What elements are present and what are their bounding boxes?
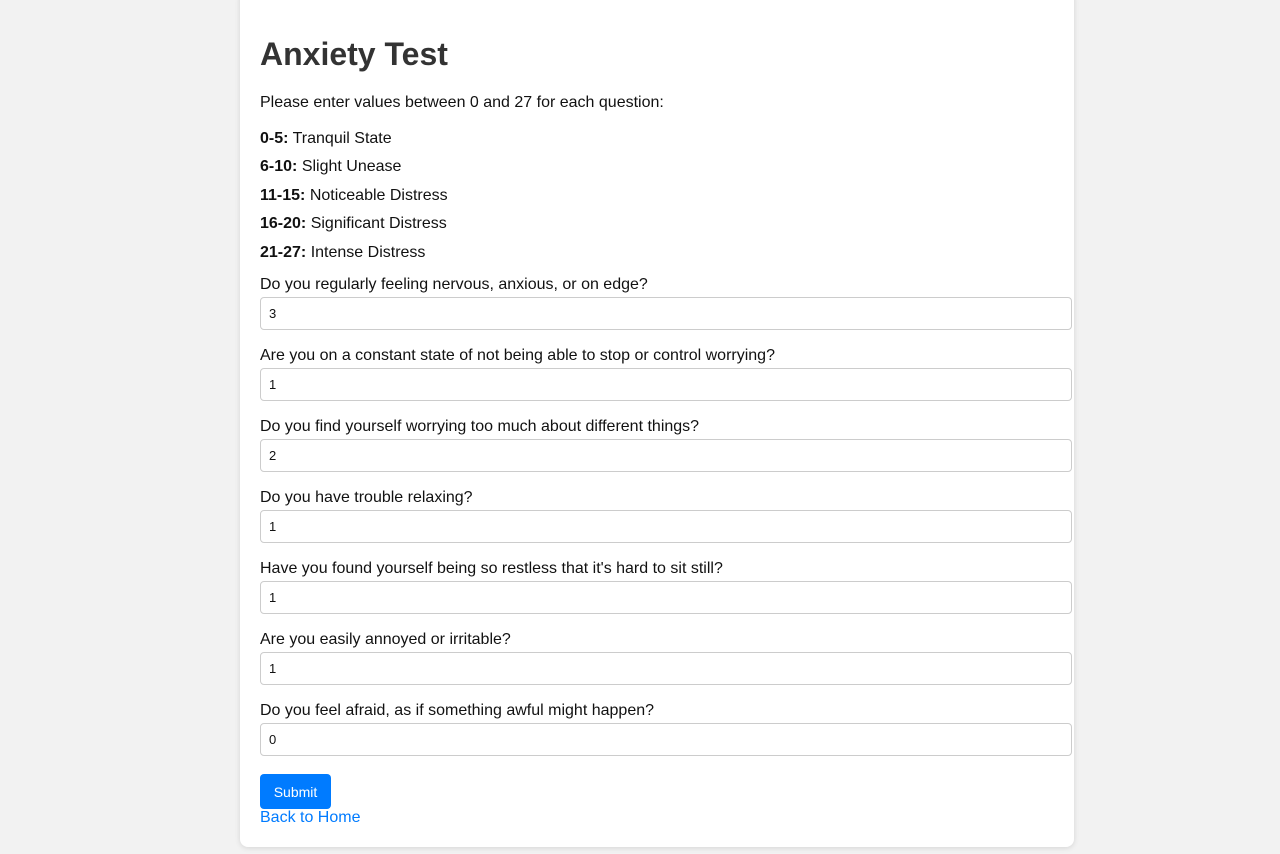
question-6: Are you easily annoyed or irritable? — [260, 630, 1072, 701]
question-5: Have you found yourself being so restles… — [260, 559, 1072, 630]
legend-text: Significant Distress — [310, 215, 447, 233]
question-5-label: Have you found yourself being so restles… — [260, 560, 723, 577]
question-1-input[interactable] — [260, 297, 1072, 330]
legend-item: 6-10: Slight Unease — [260, 157, 448, 185]
question-5-input[interactable] — [260, 581, 1072, 614]
question-6-label: Are you easily annoyed or irritable? — [260, 631, 511, 648]
question-7-input[interactable] — [260, 723, 1072, 756]
back-to-home-link[interactable]: Back to Home — [260, 808, 360, 828]
question-2-label: Are you on a constant state of not being… — [260, 347, 775, 364]
question-3: Do you find yourself worrying too much a… — [260, 417, 1072, 488]
instructions-text: Please enter values between 0 and 27 for… — [260, 94, 664, 111]
question-7: Do you feel afraid, as if something awfu… — [260, 701, 1072, 772]
question-3-label: Do you find yourself worrying too much a… — [260, 418, 700, 435]
score-legend: 0-5: Tranquil State 6-10: Slight Unease … — [260, 129, 448, 271]
questions-form: Do you regularly feeling nervous, anxiou… — [260, 275, 1072, 772]
question-6-input[interactable] — [260, 652, 1072, 685]
legend-text: Intense Distress — [310, 243, 426, 261]
legend-range: 21-27: — [260, 243, 307, 261]
legend-text: Tranquil State — [292, 130, 392, 147]
question-1: Do you regularly feeling nervous, anxiou… — [260, 275, 1072, 346]
question-3-input[interactable] — [260, 439, 1072, 472]
question-2-input[interactable] — [260, 368, 1072, 401]
question-7-label: Do you feel afraid, as if something awfu… — [260, 702, 655, 719]
legend-range: 0-5: — [260, 130, 289, 147]
legend-range: 6-10: — [260, 158, 298, 176]
question-4: Do you have trouble relaxing? — [260, 488, 1072, 559]
legend-item: 0-5: Tranquil State — [260, 129, 448, 157]
legend-range: 16-20: — [260, 215, 307, 233]
question-2: Are you on a constant state of not being… — [260, 346, 1072, 417]
submit-button[interactable]: Submit — [260, 774, 331, 809]
legend-text: Slight Unease — [301, 158, 402, 176]
question-4-input[interactable] — [260, 510, 1072, 543]
legend-text: Noticeable Distress — [309, 186, 448, 204]
question-4-label: Do you have trouble relaxing? — [260, 489, 473, 506]
legend-range: 11-15: — [260, 186, 306, 204]
legend-item: 11-15: Noticeable Distress — [260, 186, 448, 214]
form-card: Anxiety Test Please enter values between… — [240, 0, 1074, 847]
page-title: Anxiety Test — [260, 36, 448, 72]
legend-item: 21-27: Intense Distress — [260, 243, 448, 271]
legend-item: 16-20: Significant Distress — [260, 214, 448, 242]
question-1-label: Do you regularly feeling nervous, anxiou… — [260, 276, 648, 293]
